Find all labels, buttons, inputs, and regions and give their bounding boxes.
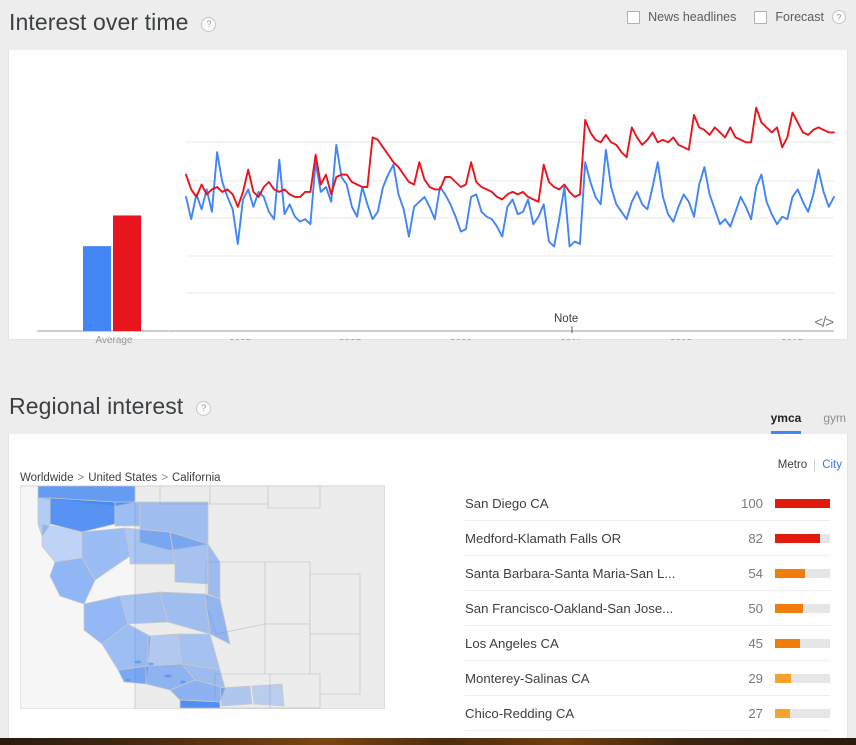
region-value: 82 [748, 530, 763, 546]
scope-city[interactable]: City [822, 459, 842, 471]
x-axis-tick-label: 2005 [229, 338, 252, 340]
map-region-neutral[interactable] [159, 485, 211, 505]
table-row[interactable]: Chico-Redding CA 27 [465, 696, 830, 731]
x-axis-tick-label: 2009 [450, 338, 473, 340]
scope-metro[interactable]: Metro [778, 459, 807, 471]
forecast-help-icon[interactable]: ? [832, 10, 846, 24]
region-bar-track [775, 568, 830, 578]
map-island [180, 680, 186, 684]
region-bar-track [775, 603, 830, 613]
forecast-checkbox[interactable]: Forecast ? [754, 10, 846, 24]
table-row[interactable]: San Diego CA 100 [465, 486, 830, 521]
map-region-california[interactable] [119, 591, 169, 625]
average-axis-label: Average [95, 335, 133, 346]
breadcrumb-california[interactable]: California [172, 472, 221, 484]
region-value: 50 [748, 600, 763, 616]
region-bar-fill [775, 708, 790, 718]
region-name: San Francisco-Oakland-San Jose... [465, 600, 674, 616]
map-island [164, 674, 172, 678]
map-region-california[interactable] [251, 683, 285, 707]
regional-help-icon[interactable]: ? [196, 400, 212, 416]
region-bar-fill [775, 568, 805, 578]
average-bar [113, 215, 141, 331]
breadcrumb-separator: > [77, 472, 85, 484]
region-name: San Diego CA [465, 495, 549, 511]
map-svg[interactable] [20, 484, 385, 709]
map-island [125, 679, 131, 681]
tab-gym[interactable]: gym [823, 411, 846, 434]
regional-interest-list: San Diego CA 100 Medford-Klamath Falls OR 8… [465, 486, 830, 731]
table-row[interactable]: San Francisco-Oakland-San Jose... 50 [465, 591, 830, 626]
scope-divider [814, 459, 816, 471]
region-value: 100 [740, 495, 763, 511]
map-island [148, 662, 154, 666]
checkbox-icon[interactable] [627, 10, 641, 24]
chart-options: News headlines Forecast ? [627, 10, 846, 24]
region-value: 29 [748, 670, 763, 686]
x-axis-tick-label: 2013 [670, 338, 693, 340]
region-bar-fill [775, 498, 830, 508]
region-name: Los Angeles CA [465, 635, 559, 651]
california-choropleth-map[interactable] [20, 484, 385, 709]
map-region-neutral[interactable] [267, 485, 321, 509]
region-bar-fill [775, 603, 803, 613]
x-axis-tick-label: 2011 [560, 338, 582, 340]
table-row[interactable]: Monterey-Salinas CA 29 [465, 661, 830, 696]
region-value: 54 [748, 565, 763, 581]
breadcrumb-separator: > [161, 472, 168, 484]
table-row[interactable]: Los Angeles CA 45 [465, 626, 830, 661]
map-region-neutral[interactable] [209, 485, 269, 505]
region-name: Monterey-Salinas CA [465, 670, 590, 686]
scope-toggle: Metro City [778, 459, 842, 471]
page-bottom-strip [0, 738, 856, 745]
region-bar-track [775, 708, 830, 718]
breadcrumb: Worldwide > United States > California [20, 472, 221, 484]
tab-ymca[interactable]: ymca [770, 411, 802, 434]
region-bar-track [775, 498, 830, 508]
region-bar-track [775, 673, 830, 683]
x-axis-tick-label: 2007 [339, 338, 362, 340]
map-region-california[interactable] [147, 633, 183, 667]
table-row[interactable]: Santa Barbara-Santa Maria-San L... 54 [465, 556, 830, 591]
region-value: 45 [748, 635, 763, 651]
map-region-california[interactable] [219, 685, 253, 707]
embed-code-icon[interactable]: </> [814, 314, 834, 331]
region-name: Santa Barbara-Santa Maria-San L... [465, 565, 676, 581]
region-value: 27 [748, 705, 763, 721]
region-bar-fill [775, 638, 800, 648]
average-bar [83, 246, 111, 331]
page-title: Interest over time [9, 9, 189, 35]
breadcrumb-worldwide[interactable]: Worldwide [20, 472, 73, 484]
regional-term-tabs: ymca gym [770, 408, 846, 434]
forecast-label: Forecast [775, 10, 824, 24]
breadcrumb-united-states[interactable]: United States [88, 472, 157, 484]
region-bar-fill [775, 533, 821, 543]
region-bar-fill [775, 673, 791, 683]
note-annotation-label[interactable]: Note [554, 313, 578, 325]
interest-over-time-chart-card: 2005 2007 2009 2011 2013 2015 Average Note </… [8, 50, 849, 349]
news-headlines-label: News headlines [648, 10, 737, 24]
google-trends-page: Interest over time ? News headlines Fore… [0, 0, 856, 745]
x-axis-tick-label: 2015 [781, 338, 804, 340]
region-name: Medford-Klamath Falls OR [465, 530, 622, 546]
checkbox-icon[interactable] [754, 10, 768, 24]
trend-line-chart[interactable]: 2005 2007 2009 2011 2013 2015 [9, 50, 849, 349]
region-bar-track [775, 533, 830, 543]
map-region-california[interactable] [114, 501, 141, 527]
news-headlines-checkbox[interactable]: News headlines [627, 10, 736, 24]
chart-canvas[interactable]: 2005 2007 2009 2011 2013 2015 [9, 50, 849, 349]
table-row[interactable]: Medford-Klamath Falls OR 82 [465, 521, 830, 556]
help-icon[interactable]: ? [201, 16, 217, 32]
map-region-neutral[interactable] [309, 573, 361, 635]
regional-interest-header: Regional interest ? [0, 392, 856, 420]
region-bar-track [775, 638, 830, 648]
regional-interest-title: Regional interest [9, 393, 184, 419]
map-region-neutral[interactable] [264, 561, 311, 625]
chart-series-ymca [185, 143, 835, 248]
region-name: Chico-Redding CA [465, 705, 575, 721]
map-island [134, 660, 142, 664]
map-region-california[interactable] [124, 527, 176, 565]
